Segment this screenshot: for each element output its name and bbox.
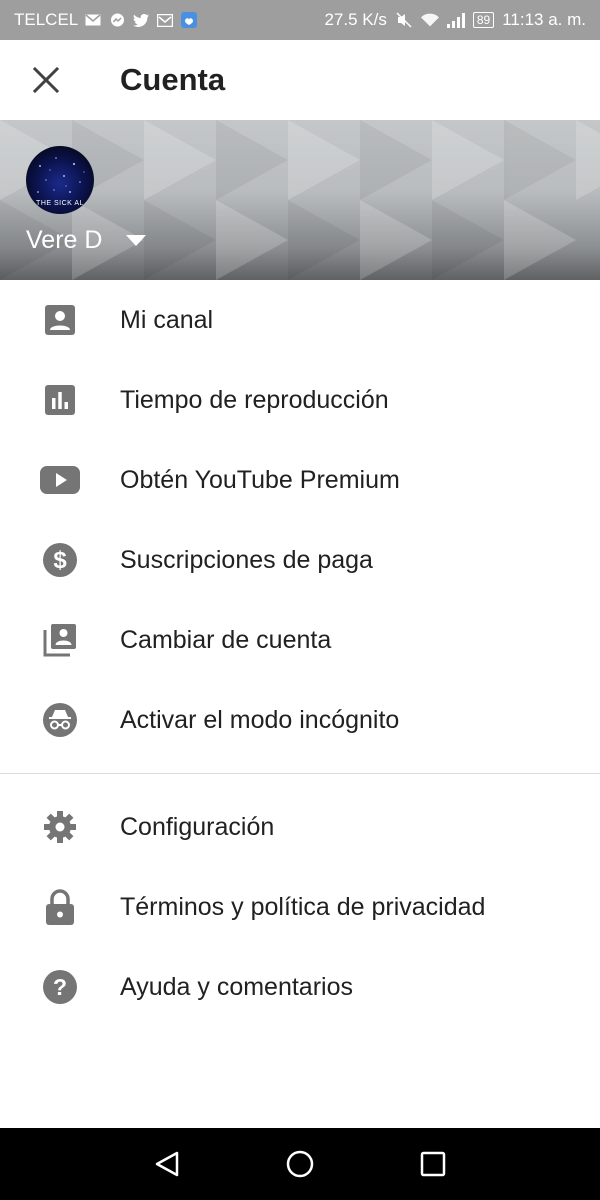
account-box-icon: [0, 280, 120, 360]
app-bar: Cuenta: [0, 40, 600, 120]
help-circle-icon: ?: [0, 947, 120, 1027]
menu-item-label: Mi canal: [120, 305, 214, 334]
incognito-icon: [0, 680, 120, 760]
page-title: Cuenta: [120, 62, 226, 97]
wifi-icon: [420, 13, 439, 27]
menu-item-label: Términos y política de privacidad: [120, 892, 486, 921]
signal-icon: [446, 12, 465, 28]
menu-divider: [0, 773, 600, 774]
menu-item-ayuda-comentarios[interactable]: ? Ayuda y comentarios: [0, 947, 600, 1027]
home-icon: [286, 1150, 314, 1178]
back-icon: [155, 1151, 178, 1177]
svg-text:$: $: [53, 547, 67, 574]
svg-text:?: ?: [53, 974, 67, 1000]
menu-item-label: Cambiar de cuenta: [120, 625, 332, 654]
menu-item-tiempo-reproduccion[interactable]: Tiempo de reproducción: [0, 360, 600, 440]
menu-item-label: Configuración: [120, 812, 275, 841]
avatar[interactable]: THE SICK AL: [26, 146, 94, 214]
mute-icon: [395, 12, 413, 28]
menu-item-label: Obtén YouTube Premium: [120, 465, 400, 494]
navigation-bar: [0, 1128, 600, 1200]
recents-icon: [421, 1151, 446, 1177]
settings-menu: Configuración Términos y política de pri…: [0, 787, 600, 1027]
battery-level: 89: [472, 12, 495, 28]
clock: 11:13 a. m.: [502, 10, 586, 29]
close-button[interactable]: [0, 40, 92, 120]
avatar-text: THE SICK AL: [36, 200, 84, 207]
menu-item-label: Suscripciones de paga: [120, 545, 373, 574]
lock-icon: [0, 867, 120, 947]
twitter-icon: [132, 13, 150, 27]
dropdown-arrow-icon: [126, 234, 147, 246]
close-icon: [33, 67, 59, 93]
status-bar: TELCEL 27.5 K/s 89 11:13 a. m.: [0, 0, 600, 40]
account-switcher[interactable]: Vere D: [26, 220, 147, 260]
bar-chart-icon: [0, 360, 120, 440]
menu-item-mi-canal[interactable]: Mi canal: [0, 280, 600, 360]
menu-item-label: Ayuda y comentarios: [120, 972, 353, 1001]
menu-item-youtube-premium[interactable]: Obtén YouTube Premium: [0, 440, 600, 520]
network-speed: 27.5 K/s: [324, 10, 387, 29]
gear-icon: [0, 787, 120, 867]
account-header: THE SICK AL Vere D: [0, 120, 600, 280]
menu-item-label: Activar el modo incógnito: [120, 705, 400, 734]
app-notification-icon: [180, 12, 198, 28]
recents-button[interactable]: [397, 1128, 469, 1200]
account-name: Vere D: [26, 225, 103, 254]
carrier-name: TELCEL: [14, 10, 79, 29]
dollar-circle-icon: $: [0, 520, 120, 600]
mail-icon: [84, 13, 102, 27]
back-button[interactable]: [131, 1128, 203, 1200]
menu-item-modo-incognito[interactable]: Activar el modo incógnito: [0, 680, 600, 760]
menu-item-suscripciones-paga[interactable]: $ Suscripciones de paga: [0, 520, 600, 600]
menu-item-configuracion[interactable]: Configuración: [0, 787, 600, 867]
account-menu: Mi canal Tiempo de reproducción Obtén Yo…: [0, 280, 600, 760]
home-button[interactable]: [264, 1128, 336, 1200]
messenger-icon: [108, 13, 126, 27]
menu-item-cambiar-cuenta[interactable]: Cambiar de cuenta: [0, 600, 600, 680]
gallery-mail-icon: [156, 13, 174, 27]
youtube-play-icon: [0, 440, 120, 520]
menu-item-label: Tiempo de reproducción: [120, 385, 389, 414]
switch-account-icon: [0, 600, 120, 680]
menu-item-terminos-privacidad[interactable]: Términos y política de privacidad: [0, 867, 600, 947]
